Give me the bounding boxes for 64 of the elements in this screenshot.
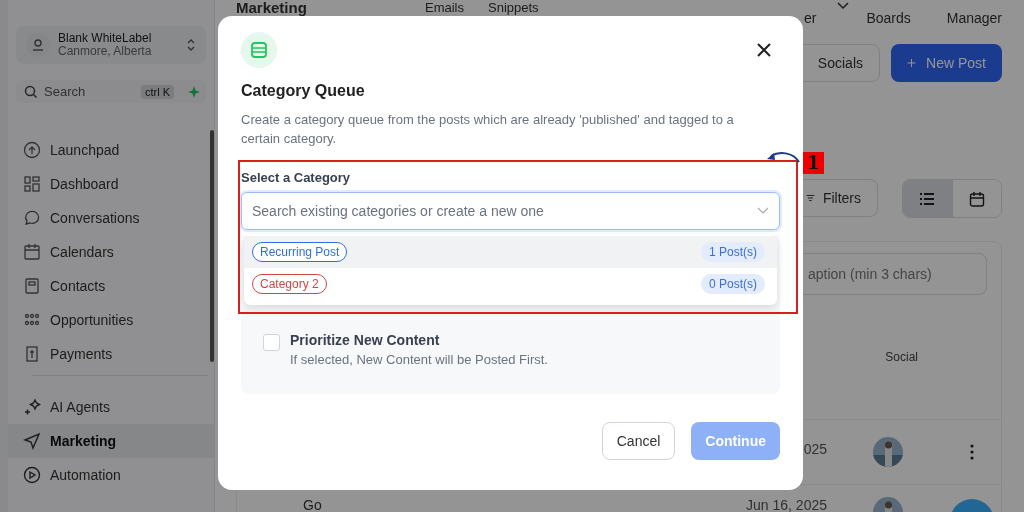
nav-icon	[23, 243, 41, 261]
option-label: Prioritize New Content	[290, 332, 441, 348]
nav-item[interactable]: Opportunities	[8, 303, 214, 337]
nav-icon	[23, 209, 41, 227]
nav-icon	[23, 398, 41, 416]
calendar-view-button[interactable]	[951, 180, 1001, 217]
cancel-button[interactable]: Cancel	[601, 422, 676, 460]
close-icon[interactable]	[757, 43, 771, 57]
nav-icon	[23, 432, 41, 450]
post-date: Jun 16, 2025	[746, 497, 827, 512]
dropdown-option[interactable]: Category 2 0 Post(s)	[244, 268, 777, 300]
post-date: 025	[803, 441, 827, 457]
calendar-icon	[968, 190, 985, 207]
nav-icon	[23, 141, 41, 159]
nav-item[interactable]: Dashboard	[8, 167, 214, 201]
filter-icon	[806, 192, 815, 204]
shortcut-hint: ctrl K	[140, 84, 174, 99]
search-placeholder: Search	[44, 84, 87, 99]
category-tag: Category 2	[252, 274, 327, 294]
chevron-down-icon	[757, 207, 769, 215]
search-icon	[24, 84, 38, 99]
dialog-description: Create a category queue from the posts which are already 'published' and tagged to a certain category.	[241, 111, 735, 148]
post-title: Go	[303, 497, 322, 512]
account-switcher[interactable]: Blank WhiteLabel Canmore, Alberta	[16, 26, 206, 64]
column-header: Social	[885, 350, 918, 364]
dropdown-option[interactable]: Recurring Post 1 Post(s)	[244, 236, 777, 268]
nav-item[interactable]: AI Agents	[8, 390, 214, 424]
post-count: 1 Post(s)	[701, 242, 765, 262]
nav-item[interactable]: Marketing	[8, 424, 214, 458]
nav-item[interactable]: Launchpad	[8, 133, 214, 167]
nav-item[interactable]: Conversations	[8, 201, 214, 235]
chevron-down-icon[interactable]	[836, 1, 851, 11]
account-location: Canmore, Alberta	[58, 45, 153, 58]
category-select[interactable]: Search existing categories or create a new one	[241, 192, 780, 230]
post-count: 0 Post(s)	[701, 274, 765, 294]
dialog-title: Category Queue	[241, 82, 366, 100]
nav-icon	[23, 277, 41, 295]
list-view-button[interactable]	[903, 180, 952, 217]
category-tag: Recurring Post	[252, 242, 348, 262]
plus-icon	[907, 56, 917, 70]
nav-item[interactable]: Automation	[8, 458, 214, 492]
chevron-updown-icon	[186, 37, 196, 53]
nav-icon	[23, 345, 41, 363]
list-icon	[241, 32, 277, 68]
new-post-button[interactable]: New Post	[891, 44, 1002, 82]
list-icon	[919, 191, 936, 206]
nav-tab[interactable]: Manager	[946, 10, 1002, 26]
nav-tab[interactable]: Emails	[425, 0, 464, 16]
nav-item[interactable]: Calendars	[8, 235, 214, 269]
annotation-number: 1	[803, 152, 824, 174]
more-icon[interactable]	[970, 444, 974, 460]
option-hint: If selected, New Content will be Posted First.	[290, 352, 548, 367]
nav-tab[interactable]: Boards	[866, 10, 911, 26]
nav-icon	[23, 175, 41, 193]
nav-item[interactable]: Payments	[8, 337, 214, 371]
search-field[interactable]: Search ctrl K	[16, 80, 206, 103]
checkbox[interactable]	[263, 334, 280, 351]
nav-tab[interactable]: Snippets	[488, 0, 539, 16]
account-name: Blank WhiteLabel	[58, 32, 153, 45]
nav-tab[interactable]: er	[803, 10, 817, 26]
page-title: Marketing	[236, 0, 308, 16]
nav-icon	[23, 466, 41, 484]
field-label: Select a Category	[241, 170, 352, 185]
nav-item[interactable]: Contacts	[8, 269, 214, 303]
